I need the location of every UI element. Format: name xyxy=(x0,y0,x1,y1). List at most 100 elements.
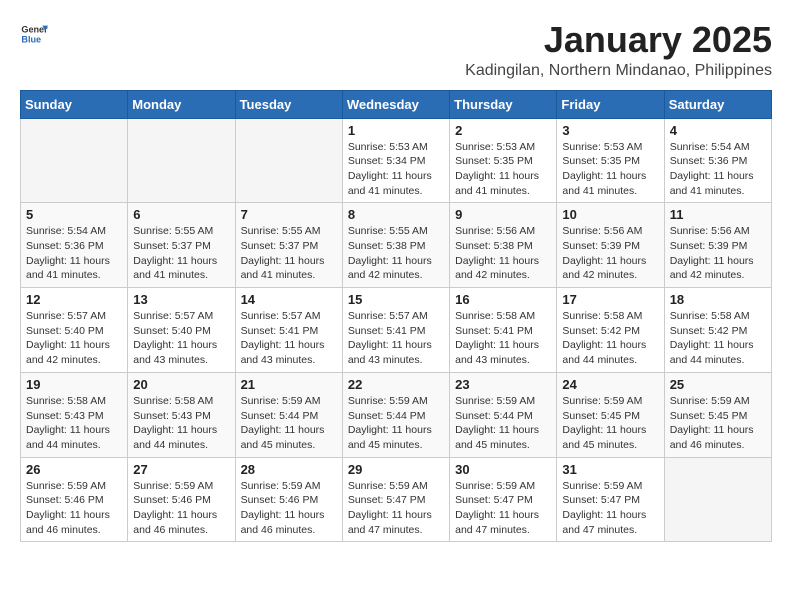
day-info: Sunrise: 5:57 AM Sunset: 5:41 PM Dayligh… xyxy=(348,309,444,368)
weekday-header: Monday xyxy=(128,90,235,118)
calendar-cell: 30Sunrise: 5:59 AM Sunset: 5:47 PM Dayli… xyxy=(450,457,557,542)
day-info: Sunrise: 5:58 AM Sunset: 5:42 PM Dayligh… xyxy=(562,309,658,368)
weekday-header: Saturday xyxy=(664,90,771,118)
day-number: 28 xyxy=(241,462,337,477)
calendar-cell: 17 Sunrise: 5:58 AM Sunset: 5:42 PM Dayli… xyxy=(557,288,664,373)
day-number: 12 xyxy=(26,292,122,307)
day-number: 1 xyxy=(348,123,444,138)
day-info: Sunrise: 5:56 AM Sunset: 5:39 PM Dayligh… xyxy=(562,224,658,283)
calendar-cell: 2 Sunrise: 5:53 AM Sunset: 5:35 PM Daylig… xyxy=(450,118,557,203)
day-info: Sunrise: 5:53 AM Sunset: 5:35 PM Dayligh… xyxy=(562,140,658,199)
day-info: Sunrise: 5:58 AM Sunset: 5:41 PM Dayligh… xyxy=(455,309,551,368)
day-info: Sunrise: 5:59 AM Sunset: 5:47 PM Dayligh… xyxy=(562,479,658,538)
day-number: 20 xyxy=(133,377,229,392)
day-number: 24 xyxy=(562,377,658,392)
calendar-cell: 18Sunrise: 5:58 AM Sunset: 5:42 PM Dayli… xyxy=(664,288,771,373)
calendar-cell: 24 Sunrise: 5:59 AM Sunset: 5:45 PM Dayli… xyxy=(557,372,664,457)
calendar-cell: 5Sunrise: 5:54 AM Sunset: 5:36 PM Daylig… xyxy=(21,203,128,288)
weekday-header: Friday xyxy=(557,90,664,118)
day-number: 18 xyxy=(670,292,766,307)
page-header: General Blue January 2025 Kadingilan, No… xyxy=(20,20,772,80)
day-number: 11 xyxy=(670,207,766,222)
logo: General Blue xyxy=(20,20,48,48)
calendar-cell: 15Sunrise: 5:57 AM Sunset: 5:41 PM Dayli… xyxy=(342,288,449,373)
calendar-cell: 22Sunrise: 5:59 AM Sunset: 5:44 PM Dayli… xyxy=(342,372,449,457)
day-info: Sunrise: 5:59 AM Sunset: 5:46 PM Dayligh… xyxy=(26,479,122,538)
day-info: Sunrise: 5:59 AM Sunset: 5:45 PM Dayligh… xyxy=(670,394,766,453)
calendar-cell: 31 Sunrise: 5:59 AM Sunset: 5:47 PM Dayli… xyxy=(557,457,664,542)
day-number: 17 xyxy=(562,292,658,307)
calendar-cell: 12 Sunrise: 5:57 AM Sunset: 5:40 PM Dayli… xyxy=(21,288,128,373)
calendar-subtitle: Kadingilan, Northern Mindanao, Philippin… xyxy=(465,62,772,80)
calendar-cell: 28 Sunrise: 5:59 AM Sunset: 5:46 PM Dayli… xyxy=(235,457,342,542)
title-area: January 2025 Kadingilan, Northern Mindan… xyxy=(465,20,772,80)
day-number: 29 xyxy=(348,462,444,477)
day-number: 31 xyxy=(562,462,658,477)
calendar-cell: 21Sunrise: 5:59 AM Sunset: 5:44 PM Dayli… xyxy=(235,372,342,457)
day-info: Sunrise: 5:59 AM Sunset: 5:44 PM Dayligh… xyxy=(455,394,551,453)
calendar-title: January 2025 xyxy=(465,20,772,60)
day-info: Sunrise: 5:55 AM Sunset: 5:38 PM Dayligh… xyxy=(348,224,444,283)
day-info: Sunrise: 5:55 AM Sunset: 5:37 PM Dayligh… xyxy=(133,224,229,283)
day-number: 16 xyxy=(455,292,551,307)
calendar-cell: 8Sunrise: 5:55 AM Sunset: 5:38 PM Daylig… xyxy=(342,203,449,288)
weekday-header: Tuesday xyxy=(235,90,342,118)
calendar-cell: 9 Sunrise: 5:56 AM Sunset: 5:38 PM Daylig… xyxy=(450,203,557,288)
calendar-cell xyxy=(235,118,342,203)
day-info: Sunrise: 5:59 AM Sunset: 5:45 PM Dayligh… xyxy=(562,394,658,453)
day-info: Sunrise: 5:57 AM Sunset: 5:40 PM Dayligh… xyxy=(26,309,122,368)
calendar-cell xyxy=(128,118,235,203)
day-info: Sunrise: 5:54 AM Sunset: 5:36 PM Dayligh… xyxy=(670,140,766,199)
calendar-cell: 25 Sunrise: 5:59 AM Sunset: 5:45 PM Dayli… xyxy=(664,372,771,457)
calendar-cell: 27 Sunrise: 5:59 AM Sunset: 5:46 PM Dayli… xyxy=(128,457,235,542)
day-info: Sunrise: 5:58 AM Sunset: 5:43 PM Dayligh… xyxy=(26,394,122,453)
calendar-cell: 11 Sunrise: 5:56 AM Sunset: 5:39 PM Dayli… xyxy=(664,203,771,288)
weekday-header-row: SundayMondayTuesdayWednesdayThursdayFrid… xyxy=(21,90,772,118)
day-number: 13 xyxy=(133,292,229,307)
day-number: 26 xyxy=(26,462,122,477)
day-number: 2 xyxy=(455,123,551,138)
weekday-header: Sunday xyxy=(21,90,128,118)
calendar-cell: 7 Sunrise: 5:55 AM Sunset: 5:37 PM Daylig… xyxy=(235,203,342,288)
calendar-cell: 6 Sunrise: 5:55 AM Sunset: 5:37 PM Daylig… xyxy=(128,203,235,288)
day-info: Sunrise: 5:53 AM Sunset: 5:34 PM Dayligh… xyxy=(348,140,444,199)
day-number: 23 xyxy=(455,377,551,392)
day-info: Sunrise: 5:59 AM Sunset: 5:47 PM Dayligh… xyxy=(455,479,551,538)
calendar-cell: 14Sunrise: 5:57 AM Sunset: 5:41 PM Dayli… xyxy=(235,288,342,373)
day-number: 3 xyxy=(562,123,658,138)
svg-text:Blue: Blue xyxy=(21,34,41,44)
calendar-cell: 20 Sunrise: 5:58 AM Sunset: 5:43 PM Dayli… xyxy=(128,372,235,457)
day-number: 25 xyxy=(670,377,766,392)
day-info: Sunrise: 5:56 AM Sunset: 5:38 PM Dayligh… xyxy=(455,224,551,283)
day-number: 9 xyxy=(455,207,551,222)
calendar-week-row: 19 Sunrise: 5:58 AM Sunset: 5:43 PM Dayli… xyxy=(21,372,772,457)
weekday-header: Wednesday xyxy=(342,90,449,118)
day-number: 27 xyxy=(133,462,229,477)
day-info: Sunrise: 5:55 AM Sunset: 5:37 PM Dayligh… xyxy=(241,224,337,283)
day-info: Sunrise: 5:59 AM Sunset: 5:46 PM Dayligh… xyxy=(133,479,229,538)
calendar-cell: 10Sunrise: 5:56 AM Sunset: 5:39 PM Dayli… xyxy=(557,203,664,288)
weekday-header: Thursday xyxy=(450,90,557,118)
day-info: Sunrise: 5:57 AM Sunset: 5:41 PM Dayligh… xyxy=(241,309,337,368)
calendar-cell: 3 Sunrise: 5:53 AM Sunset: 5:35 PM Daylig… xyxy=(557,118,664,203)
day-info: Sunrise: 5:56 AM Sunset: 5:39 PM Dayligh… xyxy=(670,224,766,283)
day-info: Sunrise: 5:58 AM Sunset: 5:43 PM Dayligh… xyxy=(133,394,229,453)
day-number: 5 xyxy=(26,207,122,222)
calendar-cell: 26 Sunrise: 5:59 AM Sunset: 5:46 PM Dayli… xyxy=(21,457,128,542)
calendar-cell: 19 Sunrise: 5:58 AM Sunset: 5:43 PM Dayli… xyxy=(21,372,128,457)
calendar-cell: 4Sunrise: 5:54 AM Sunset: 5:36 PM Daylig… xyxy=(664,118,771,203)
day-number: 6 xyxy=(133,207,229,222)
day-number: 19 xyxy=(26,377,122,392)
day-number: 21 xyxy=(241,377,337,392)
day-info: Sunrise: 5:57 AM Sunset: 5:40 PM Dayligh… xyxy=(133,309,229,368)
day-info: Sunrise: 5:59 AM Sunset: 5:44 PM Dayligh… xyxy=(348,394,444,453)
calendar-cell: 1 Sunrise: 5:53 AM Sunset: 5:34 PM Daylig… xyxy=(342,118,449,203)
logo-icon: General Blue xyxy=(20,20,48,48)
calendar-cell: 29Sunrise: 5:59 AM Sunset: 5:47 PM Dayli… xyxy=(342,457,449,542)
calendar-cell: 13 Sunrise: 5:57 AM Sunset: 5:40 PM Dayli… xyxy=(128,288,235,373)
day-number: 7 xyxy=(241,207,337,222)
day-info: Sunrise: 5:53 AM Sunset: 5:35 PM Dayligh… xyxy=(455,140,551,199)
calendar-week-row: 26 Sunrise: 5:59 AM Sunset: 5:46 PM Dayli… xyxy=(21,457,772,542)
calendar-cell: 23 Sunrise: 5:59 AM Sunset: 5:44 PM Dayli… xyxy=(450,372,557,457)
day-info: Sunrise: 5:59 AM Sunset: 5:46 PM Dayligh… xyxy=(241,479,337,538)
